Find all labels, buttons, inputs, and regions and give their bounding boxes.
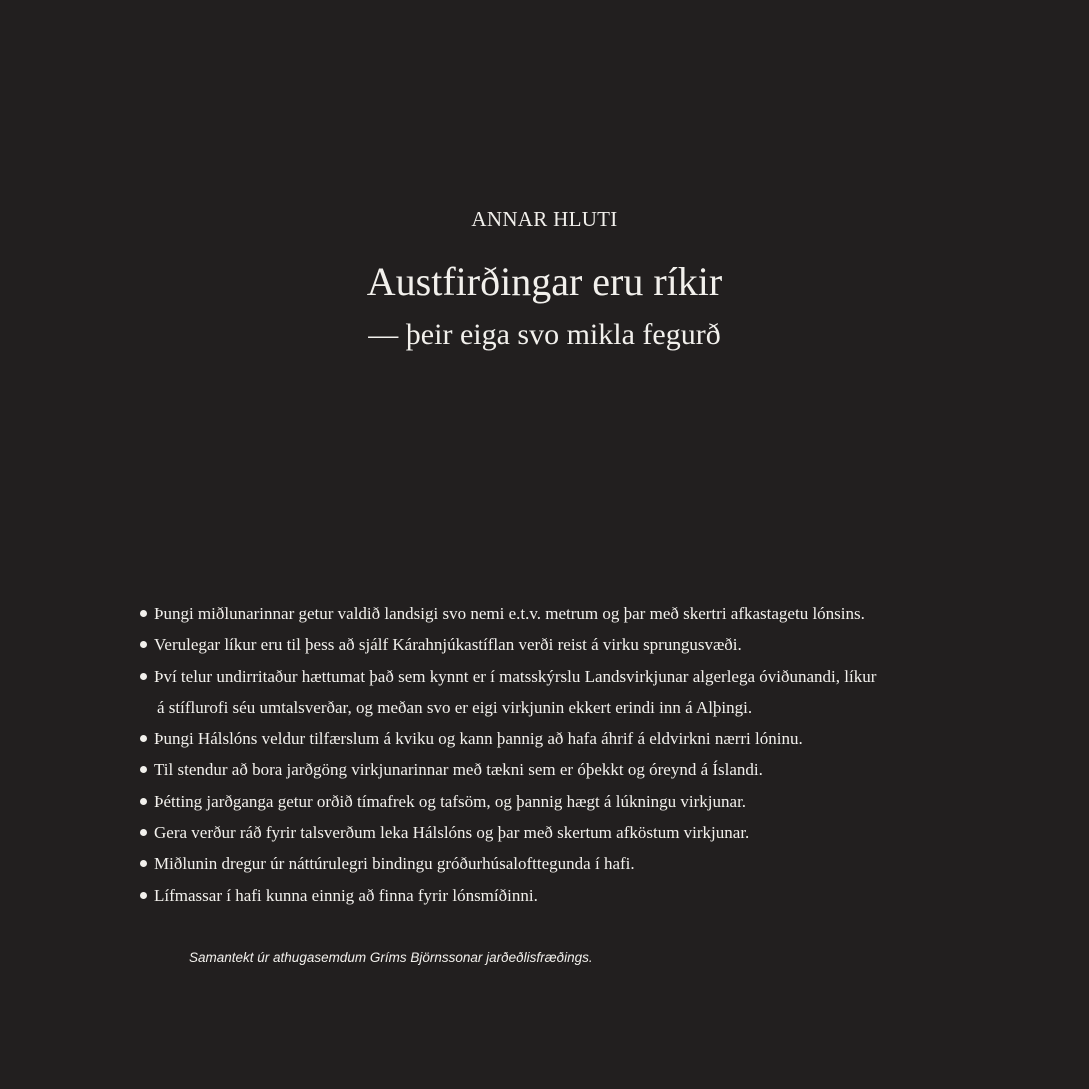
bullet-icon: [140, 641, 147, 649]
bullet-icon: [140, 891, 147, 899]
list-item-text: Verulegar líkur eru til þess að sjálf Ká…: [154, 635, 742, 655]
bullet-list: Þungi miðlunarinnar getur valdið landsig…: [139, 598, 979, 911]
part-label: ANNAR HLUTI: [471, 207, 618, 231]
list-item-text: Gera verður ráð fyrir talsverðum leka Há…: [154, 823, 750, 843]
page-subtitle: — þeir eiga svo mikla fegurð: [368, 318, 721, 351]
list-item: Verulegar líkur eru til þess að sjálf Ká…: [139, 629, 979, 660]
list-item-continuation: á stíflurofi séu umtalsverðar, og meðan …: [157, 697, 753, 717]
list-item: Lífmassar í hafi kunna einnig að finna f…: [139, 880, 979, 911]
list-item: Þétting jarðganga getur orðið tímafrek o…: [139, 786, 979, 817]
page: ANNAR HLUTI Austfirðingar eru ríkir — þe…: [0, 0, 1089, 1089]
bullet-icon: [140, 735, 147, 743]
bullet-icon: [140, 610, 147, 617]
list-item: Þungi miðlunarinnar getur valdið landsig…: [139, 598, 979, 629]
list-item: Til stendur að bora jarðgöng virkjunarin…: [139, 754, 979, 785]
bullet-icon: [140, 829, 147, 837]
list-item-text: Því telur undirritaður hættumat það sem …: [154, 666, 877, 686]
list-item-text: Lífmassar í hafi kunna einnig að finna f…: [154, 885, 538, 905]
list-item-text: Til stendur að bora jarðgöng virkjunarin…: [154, 760, 763, 780]
list-item-text: Þétting jarðganga getur orðið tímafrek o…: [154, 791, 747, 811]
list-item: Miðlunin dregur úr náttúrulegri bindingu…: [139, 848, 979, 879]
list-item: Gera verður ráð fyrir talsverðum leka Há…: [139, 817, 979, 848]
bullet-icon: [140, 672, 147, 680]
list-item-text: Miðlunin dregur úr náttúrulegri bindingu…: [154, 854, 635, 874]
list-item-text: Þungi miðlunarinnar getur valdið landsig…: [154, 604, 865, 623]
list-item-text: Þungi Hálslóns veldur tilfærslum á kviku…: [154, 729, 803, 749]
bullet-icon: [140, 860, 147, 868]
list-item: Þungi Hálslóns veldur tilfærslum á kviku…: [139, 723, 979, 754]
list-item: Því telur undirritaður hættumat það sem …: [139, 661, 979, 724]
bullet-icon: [140, 766, 147, 774]
source-note: Samantekt úr athugasemdum Gríms Björnsso…: [189, 950, 593, 965]
bullet-icon: [140, 797, 147, 805]
page-title: Austfirðingar eru ríkir: [366, 259, 723, 304]
